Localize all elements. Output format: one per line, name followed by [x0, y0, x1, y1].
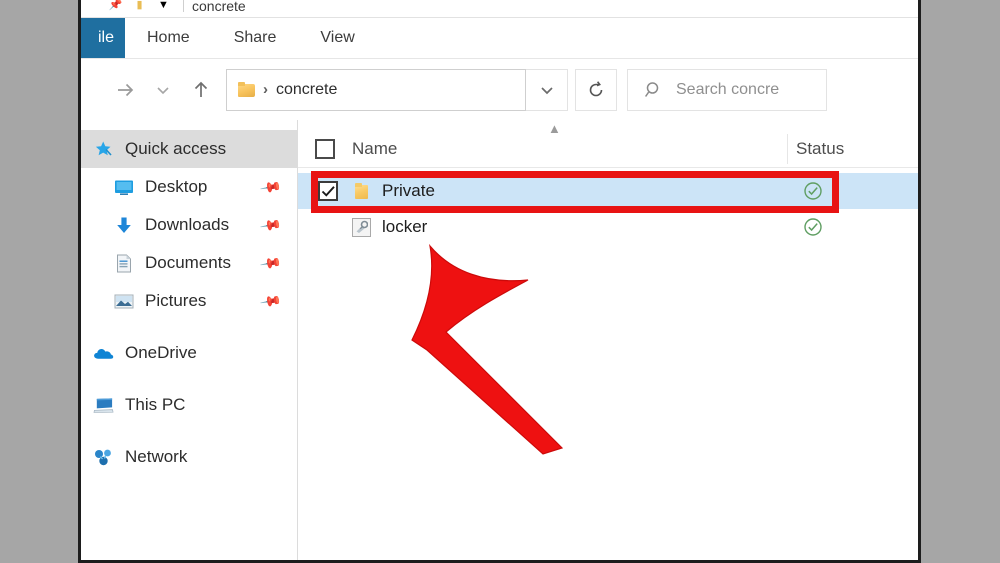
forward-button[interactable] — [106, 70, 144, 110]
navigation-pane: Quick access Desktop 📌 Downloads 📌 Docum… — [81, 120, 298, 560]
green-check-circle-icon — [803, 217, 823, 237]
monitor-icon — [93, 396, 114, 415]
up-button[interactable] — [182, 70, 220, 110]
script-file-icon — [350, 217, 372, 237]
folder-icon[interactable]: ▮ — [133, 0, 146, 12]
column-header-name[interactable]: Name — [352, 139, 397, 159]
tab-file[interactable]: ile — [81, 18, 125, 58]
sidebar-item-label: Desktop — [145, 177, 208, 196]
sidebar-item-quick-access[interactable]: Quick access — [81, 130, 297, 168]
desktop-icon — [113, 178, 134, 197]
pin-icon[interactable]: 📌 — [258, 175, 282, 199]
address-dropdown-button[interactable] — [526, 68, 568, 111]
arrow-right-icon — [118, 83, 134, 96]
tab-view[interactable]: View — [298, 18, 376, 58]
file-rows: Private locker — [298, 173, 918, 245]
folder-icon — [238, 82, 255, 97]
window-title: concrete — [192, 0, 246, 14]
sidebar-item-label: Documents — [145, 253, 231, 272]
network-icon — [93, 448, 114, 467]
breadcrumb-separator: › — [263, 81, 268, 98]
recent-locations-button[interactable] — [144, 70, 182, 110]
sidebar-item-downloads[interactable]: Downloads 📌 — [81, 206, 297, 244]
column-divider[interactable] — [787, 134, 788, 164]
download-arrow-icon — [113, 216, 134, 235]
green-check-circle-icon — [803, 181, 823, 201]
tab-share-label: Share — [233, 29, 277, 46]
pin-icon[interactable]: 📌 — [258, 289, 282, 313]
pin-icon[interactable]: 📌 — [258, 213, 282, 237]
sidebar-item-network[interactable]: Network — [81, 438, 297, 476]
tab-home[interactable]: Home — [125, 18, 212, 58]
folder-icon — [350, 181, 372, 201]
sidebar-item-label: This PC — [125, 395, 186, 414]
sidebar-item-label: OneDrive — [125, 343, 197, 362]
sidebar-item-this-pc[interactable]: This PC — [81, 386, 297, 424]
file-list-pane: ▲ Name Status Private locker — [298, 120, 918, 560]
table-row[interactable]: Private — [298, 173, 918, 209]
toolbar-divider — [183, 0, 184, 12]
tab-view-label: View — [320, 29, 355, 46]
file-name[interactable]: Private — [382, 181, 435, 201]
sidebar-item-label: Pictures — [145, 291, 207, 310]
picture-icon — [113, 292, 134, 311]
arrow-up-icon — [194, 81, 208, 97]
star-pin-icon — [93, 140, 114, 159]
row-checkbox[interactable] — [318, 181, 338, 201]
sidebar-item-label: Quick access — [125, 139, 227, 158]
breadcrumb-path[interactable]: concrete — [276, 81, 337, 99]
tab-home-label: Home — [147, 29, 190, 46]
sidebar-item-pictures[interactable]: Pictures 📌 — [81, 282, 297, 320]
table-row[interactable]: locker — [298, 209, 918, 245]
cloud-icon — [93, 344, 114, 363]
document-icon — [113, 254, 134, 273]
column-header-row: Name Status — [298, 130, 918, 168]
sidebar-item-onedrive[interactable]: OneDrive — [81, 334, 297, 372]
chevron-down-icon[interactable]: ▼ — [157, 0, 170, 12]
pin-icon[interactable]: 📌 — [109, 0, 123, 12]
sidebar-item-label: Downloads — [145, 215, 230, 234]
address-input[interactable]: › concrete — [226, 68, 526, 111]
chevron-down-icon — [157, 86, 169, 94]
tab-file-label: ile — [97, 29, 114, 46]
select-all-checkbox[interactable] — [315, 138, 335, 159]
sidebar-item-label: Network — [125, 447, 188, 466]
quick-access-toolbar: 📌 ▮ ▼ — [81, 0, 186, 17]
sidebar-item-documents[interactable]: Documents 📌 — [81, 244, 297, 282]
chevron-down-icon — [540, 86, 553, 94]
red-arrow-annotation — [411, 243, 564, 455]
refresh-button[interactable] — [575, 68, 617, 111]
sidebar-item-desktop[interactable]: Desktop 📌 — [81, 168, 297, 206]
title-bar: 📌 ▮ ▼ concrete — [81, 0, 918, 18]
search-placeholder: Search concre — [676, 80, 780, 98]
file-name[interactable]: locker — [382, 217, 427, 237]
ribbon-tab-strip: ile Home Share View — [81, 18, 918, 58]
pin-icon[interactable]: 📌 — [258, 251, 282, 275]
tab-share[interactable]: Share — [212, 18, 299, 58]
refresh-icon — [589, 80, 603, 96]
search-icon — [644, 81, 659, 97]
address-bar-row: › concrete Search concre — [81, 59, 918, 120]
column-header-status[interactable]: Status — [796, 139, 844, 159]
search-input[interactable]: Search concre — [627, 68, 827, 111]
checkmark-icon — [321, 185, 335, 197]
